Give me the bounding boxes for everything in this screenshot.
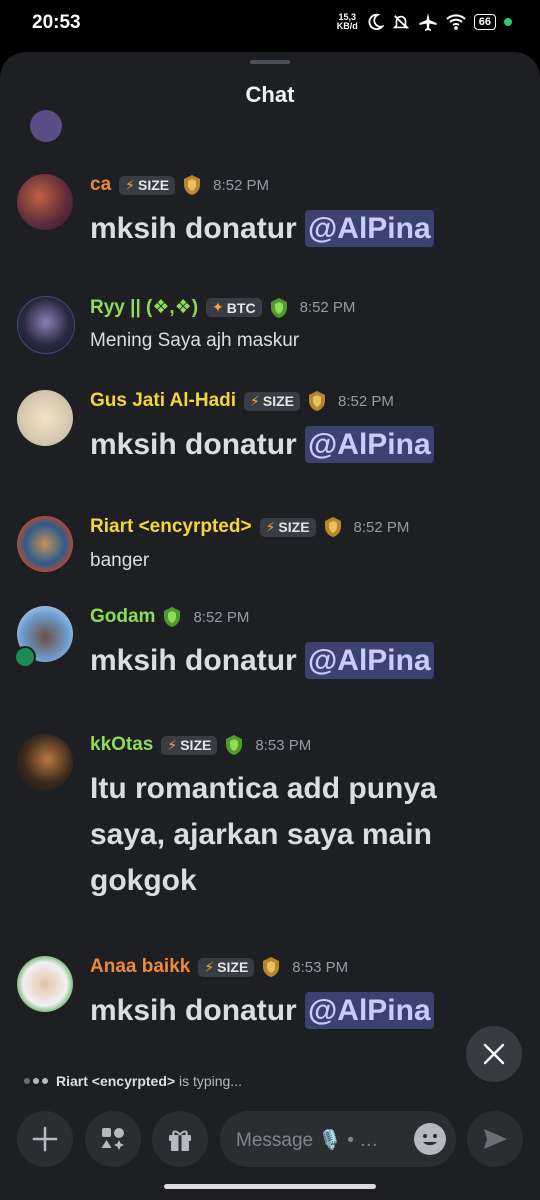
- shield-badge-icon: [226, 735, 243, 755]
- timestamp: 8:53 PM: [255, 736, 312, 754]
- clan-tag[interactable]: ⚡ SIZE: [119, 175, 176, 195]
- message-text: Itu romantica add punya saya, ajarkan sa…: [90, 772, 437, 897]
- shield-badge-icon: [270, 297, 287, 318]
- username[interactable]: Godam: [90, 606, 155, 628]
- avatar[interactable]: [17, 296, 75, 354]
- battery-indicator: 66: [473, 14, 496, 30]
- message-text: mksih donatur @AlPina: [90, 638, 434, 684]
- avatar[interactable]: [17, 516, 73, 572]
- clan-tag[interactable]: ⚡ SIZE: [259, 517, 316, 537]
- gift-button[interactable]: [152, 1111, 208, 1167]
- bolt-icon: ⚡: [204, 958, 215, 975]
- message-text: banger: [90, 550, 150, 571]
- timestamp: 8:53 PM: [292, 958, 349, 976]
- message-text: mksih donatur @AlPina: [90, 422, 434, 468]
- shield-badge-icon: [164, 607, 181, 627]
- mention-link[interactable]: @AlPina: [305, 210, 434, 247]
- mention-link[interactable]: @AlPina: [305, 426, 434, 463]
- apps-button[interactable]: [85, 1111, 141, 1167]
- message-header: Gus Jati Al-Hadi ⚡ SIZE 8:52 PM: [90, 390, 394, 412]
- message-text: mksih donatur @AlPina: [90, 206, 434, 252]
- smiley-icon: [423, 1134, 437, 1146]
- btc-icon: ✦: [212, 299, 224, 315]
- wifi-icon: [446, 14, 466, 30]
- add-attachment-button[interactable]: [17, 1111, 73, 1167]
- status-bar: 20:53 15,3 KB/d 66: [0, 0, 540, 50]
- username[interactable]: kkOtas: [90, 734, 153, 756]
- avatar[interactable]: [17, 734, 73, 790]
- chat-sheet: Chat ca ⚡ SIZE 8:52 PM mksih donatur @AlP…: [0, 52, 540, 1200]
- mention-link[interactable]: @AlPina: [305, 642, 434, 679]
- typing-user: Riart <encyrpted>: [56, 1073, 176, 1089]
- gift-icon: [169, 1130, 191, 1151]
- send-icon: [484, 1129, 507, 1149]
- page-title: Chat: [245, 82, 295, 107]
- message-header: Riart <encyrpted> ⚡ SIZE 8:52 PM: [90, 516, 409, 538]
- status-time: 20:53: [32, 12, 81, 33]
- bolt-icon: ⚡: [250, 392, 260, 409]
- message-header: Godam 8:52 PM: [90, 606, 249, 628]
- bolt-icon: ⚡: [167, 736, 178, 753]
- send-button[interactable]: [467, 1111, 523, 1167]
- message-input[interactable]: Message 🎙️ • …: [220, 1111, 456, 1167]
- shield-badge-icon: [324, 517, 341, 537]
- airplane-icon: [419, 13, 437, 31]
- avatar[interactable]: [30, 110, 62, 142]
- close-icon: [483, 1043, 505, 1065]
- username[interactable]: Gus Jati Al-Hadi: [90, 390, 236, 412]
- bolt-icon: ⚡: [125, 176, 135, 193]
- apps-icon: [101, 1128, 124, 1150]
- avatar[interactable]: [17, 174, 73, 230]
- bell-off-icon: [392, 15, 410, 29]
- message-header: Anaa baikk ⚡ SIZE 8:53 PM: [90, 956, 348, 978]
- clan-tag[interactable]: ⚡ SIZE: [198, 957, 255, 977]
- home-indicator[interactable]: [164, 1184, 376, 1189]
- message-text: mksih donatur @AlPina: [90, 988, 434, 1034]
- message-text: Mening Saya ajh maskur: [90, 330, 300, 351]
- mention-link[interactable]: @AlPina: [305, 992, 434, 1029]
- avatar[interactable]: [17, 390, 73, 446]
- bolt-icon: ⚡: [265, 518, 276, 535]
- shield-badge-icon: [309, 391, 326, 411]
- message-header: ca ⚡ SIZE 8:52 PM: [90, 174, 269, 196]
- shield-badge-icon: [184, 175, 201, 195]
- message-header: kkOtas ⚡ SIZE 8:53 PM: [90, 734, 311, 756]
- avatar[interactable]: [17, 956, 73, 1012]
- clan-tag[interactable]: ✦ BTC: [206, 298, 262, 317]
- message-placeholder: Message 🎙️ • …: [236, 1130, 379, 1151]
- sheet-drag-handle[interactable]: [250, 60, 290, 64]
- network-speed: 15,3 KB/d: [336, 12, 358, 31]
- clan-tag[interactable]: ⚡ SIZE: [244, 391, 301, 411]
- timestamp: 8:52 PM: [353, 518, 410, 536]
- typing-indicator: Riart <encyrpted> is typing...: [24, 1073, 242, 1089]
- status-decoration-icon: [14, 646, 36, 668]
- moon-icon: [368, 13, 384, 31]
- timestamp: 8:52 PM: [338, 392, 394, 410]
- timestamp: 8:52 PM: [213, 176, 269, 194]
- timestamp: 8:52 PM: [193, 608, 250, 626]
- message-header: Ryy || (❖,❖) ✦ BTC 8:52 PM: [90, 296, 355, 319]
- username[interactable]: Riart <encyrpted>: [90, 516, 252, 538]
- username[interactable]: Ryy || (❖,❖): [90, 296, 198, 319]
- clan-tag[interactable]: ⚡ SIZE: [161, 735, 218, 755]
- typing-dots-icon: [24, 1078, 48, 1084]
- privacy-dot: [504, 18, 512, 26]
- shield-badge-icon: [263, 957, 280, 977]
- status-icons: 15,3 KB/d 66: [337, 12, 512, 32]
- username[interactable]: Anaa baikk: [90, 956, 190, 978]
- username[interactable]: ca: [90, 174, 111, 196]
- close-button[interactable]: [466, 1026, 522, 1082]
- plus-icon: [32, 1126, 58, 1152]
- timestamp: 8:52 PM: [299, 299, 356, 316]
- emoji-button[interactable]: [414, 1123, 446, 1155]
